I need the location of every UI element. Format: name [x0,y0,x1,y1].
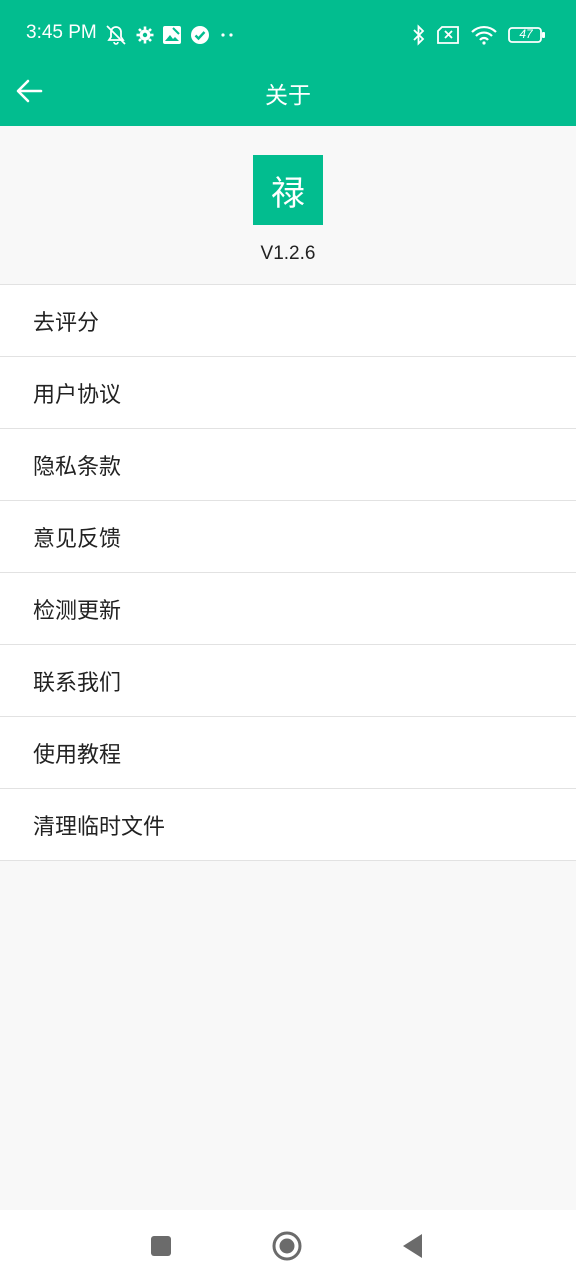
more-dots-icon [218,30,238,40]
menu-item-rate[interactable]: 去评分 [0,284,576,356]
menu-item-tutorial[interactable]: 使用教程 [0,716,576,788]
menu-item-label: 清理临时文件 [33,814,166,840]
home-button[interactable] [271,1230,303,1262]
battery-level: 47 [519,27,533,41]
menu-item-label: 去评分 [33,310,100,336]
photo-icon [162,25,182,45]
menu-item-check-update[interactable]: 检测更新 [0,572,576,644]
sim-off-icon [436,26,460,44]
status-right-icons: 47 [412,22,546,48]
battery-icon: 47 [508,26,546,44]
menu-item-label: 隐私条款 [33,454,122,480]
menu-item-label: 使用教程 [33,742,122,768]
menu-item-feedback[interactable]: 意见反馈 [0,500,576,572]
nav-back-button[interactable] [396,1230,428,1262]
menu-item-privacy-policy[interactable]: 隐私条款 [0,428,576,500]
menu-item-label: 联系我们 [33,670,122,696]
app-version: V1.2.6 [260,243,316,264]
menu-item-label: 用户协议 [33,382,122,408]
bell-off-icon [104,24,128,46]
page-title: 关于 [265,83,311,109]
status-time: 3:45 PM [26,22,97,43]
back-triangle-icon [399,1232,425,1260]
system-nav-bar [0,1210,576,1280]
recents-button[interactable] [145,1230,177,1262]
gear-icon [136,26,154,44]
recents-square-icon [149,1234,173,1258]
app-logo: 禄 [253,155,323,225]
home-circle-icon [271,1230,303,1262]
check-circle-icon [190,25,210,45]
menu-item-label: 检测更新 [33,598,122,624]
wifi-icon [470,25,498,45]
menu-item-label: 意见反馈 [33,526,122,552]
app-bar: 关于 [0,54,576,126]
app-logo-glyph: 禄 [271,173,305,214]
status-left-icons [104,22,238,48]
menu-item-user-agreement[interactable]: 用户协议 [0,356,576,428]
bluetooth-icon [412,24,426,46]
about-menu: 去评分 用户协议 隐私条款 意见反馈 检测更新 联系我们 使用教程 清理临时文件 [0,284,576,861]
menu-item-contact-us[interactable]: 联系我们 [0,644,576,716]
menu-item-clear-temp-files[interactable]: 清理临时文件 [0,788,576,861]
